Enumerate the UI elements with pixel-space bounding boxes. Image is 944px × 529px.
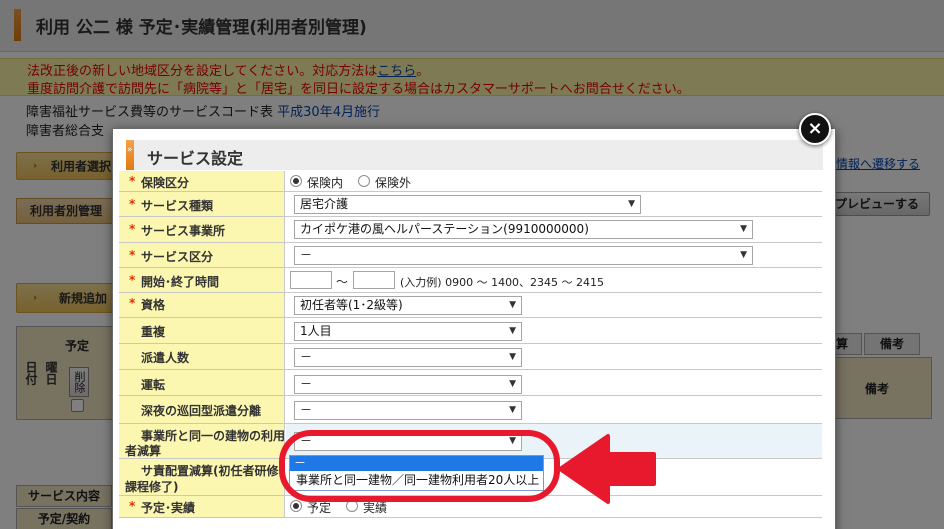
- duplicate-label: 重複: [119, 318, 285, 343]
- row-night-patrol: 深夜の巡回型派遣分離 － ▼: [119, 396, 822, 424]
- chevron-down-icon: ▼: [740, 224, 747, 234]
- dispatch-count-select[interactable]: － ▼: [294, 348, 522, 367]
- chevron-down-icon: ▼: [509, 352, 516, 362]
- row-provider: * サービス事業所 カイポケ港の風ヘルパーステーション(9910000000) ▼: [119, 217, 822, 243]
- plan-radio[interactable]: [290, 500, 302, 512]
- insurance-in-radio[interactable]: [290, 175, 302, 187]
- provider-select[interactable]: カイポケ港の風ヘルパーステーション(9910000000) ▼: [294, 220, 753, 239]
- dispatch-count-value: －: [300, 350, 313, 364]
- service-type-value: 居宅介護: [300, 197, 349, 211]
- dispatch-count-label: 派遣人数: [119, 344, 285, 369]
- row-service-type: * サービス種類 居宅介護 ▼: [119, 192, 822, 217]
- start-time-input[interactable]: [290, 271, 332, 289]
- row-qualification: * 資格 初任者等(1･2級等) ▼: [119, 293, 822, 318]
- chevron-down-icon: ▼: [509, 405, 516, 415]
- insurance-in-label: 保険内: [307, 176, 344, 190]
- chevron-down-icon: ▼: [740, 250, 747, 260]
- row-dispatch-count: 派遣人数 － ▼: [119, 344, 822, 370]
- chevron-down-icon: ▼: [509, 379, 516, 389]
- row-insurance: * 保険区分 保険内 保険外: [119, 171, 822, 192]
- driving-select[interactable]: － ▼: [294, 375, 522, 394]
- service-category-select[interactable]: － ▼: [294, 246, 753, 265]
- annotation-arrow-icon: [558, 434, 656, 504]
- end-time-input[interactable]: [353, 271, 395, 289]
- insurance-out-label: 保険外: [375, 176, 412, 190]
- qualification-label: * 資格: [119, 293, 285, 317]
- provider-label: * サービス事業所: [119, 217, 285, 242]
- duplicate-select[interactable]: 1人目 ▼: [294, 322, 522, 341]
- service-type-label: * サービス種類: [119, 192, 285, 216]
- service-category-label: * サービス区分: [119, 243, 285, 267]
- chevron-down-icon: ▼: [509, 300, 516, 310]
- driving-label: 運転: [119, 370, 285, 395]
- row-duplicate: 重複 1人目 ▼: [119, 318, 822, 344]
- time-separator: ～: [336, 275, 349, 289]
- annotation-ring: [279, 430, 560, 502]
- chevron-down-icon: ▼: [628, 199, 635, 209]
- same-building-label: 事業所と同一の建物の利用 者減算: [119, 424, 285, 458]
- service-category-value: －: [300, 248, 313, 262]
- title-accent: [126, 140, 134, 170]
- row-driving: 運転 － ▼: [119, 370, 822, 396]
- service-type-select[interactable]: 居宅介護 ▼: [294, 195, 641, 214]
- qualification-value: 初任者等(1･2級等): [300, 298, 403, 312]
- time-label: * 開始･終了時間: [119, 268, 285, 292]
- provider-value: カイポケ港の風ヘルパーステーション(9910000000): [300, 222, 589, 236]
- night-patrol-select[interactable]: － ▼: [294, 401, 522, 420]
- coordinator-label: サ責配置減算(初任者研修 課程修了): [119, 459, 285, 495]
- duplicate-value: 1人目: [300, 324, 332, 338]
- qualification-select[interactable]: 初任者等(1･2級等) ▼: [294, 296, 522, 315]
- modal-title-bar: サービス設定: [126, 140, 823, 170]
- time-example: (入力例) 0900 ～ 1400、2345 ～ 2415: [400, 276, 605, 289]
- plan-actual-label: * 予定･実績: [119, 496, 285, 517]
- insurance-label: * 保険区分: [119, 171, 285, 191]
- night-patrol-label: 深夜の巡回型派遣分離: [119, 396, 285, 423]
- modal-title: サービス設定: [147, 149, 244, 168]
- close-icon[interactable]: ×: [799, 113, 831, 145]
- insurance-out-radio[interactable]: [358, 175, 370, 187]
- row-service-category: * サービス区分 － ▼: [119, 243, 822, 268]
- chevron-down-icon: ▼: [509, 326, 516, 336]
- row-time: * 開始･終了時間 ～ (入力例) 0900 ～ 1400、2345 ～ 2415: [119, 268, 822, 293]
- driving-value: －: [300, 377, 313, 391]
- night-patrol-value: －: [300, 403, 313, 417]
